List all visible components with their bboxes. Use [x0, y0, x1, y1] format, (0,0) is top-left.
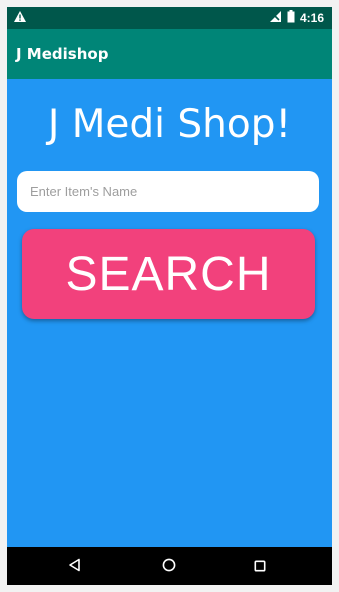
app-bar: J Medishop — [7, 29, 332, 79]
main-content: J Medi Shop! SEARCH — [7, 79, 332, 547]
navigation-bar — [7, 547, 332, 585]
recents-button[interactable] — [240, 547, 280, 585]
phone-screen: 4:16 J Medishop J Medi Shop! SEARCH — [7, 7, 332, 585]
app-title: J Medishop — [16, 45, 109, 63]
page-title: J Medi Shop! — [47, 102, 292, 147]
status-bar: 4:16 — [7, 7, 332, 29]
search-button[interactable]: SEARCH — [22, 229, 315, 319]
recents-icon — [254, 557, 266, 576]
home-button[interactable] — [149, 547, 189, 585]
home-icon — [162, 557, 176, 576]
status-time: 4:16 — [299, 11, 324, 25]
back-icon — [68, 557, 82, 576]
warning-icon — [13, 10, 27, 27]
back-button[interactable] — [55, 547, 95, 585]
battery-icon — [287, 10, 295, 26]
search-input[interactable] — [17, 171, 319, 212]
signal-icon — [269, 10, 282, 26]
